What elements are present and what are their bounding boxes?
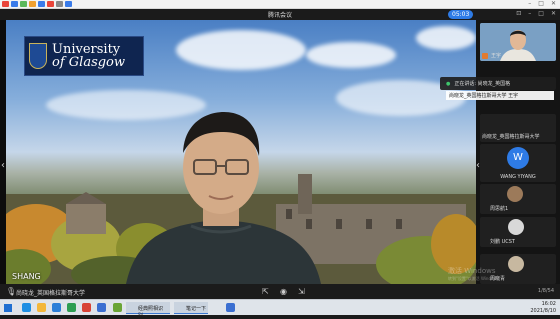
watermark-line-2: 转到"设置"以激活 Windows。 (448, 276, 503, 281)
explorer-icon[interactable] (37, 303, 46, 312)
windows-activation-watermark: 激活 Windows 转到"设置"以激活 Windows。 (448, 267, 503, 283)
minimize-icon[interactable]: – (528, 10, 531, 17)
microphone-icon: ● (446, 80, 451, 87)
participant-label: WANG YIYANG (500, 174, 536, 180)
participant-tile[interactable]: 尚晓龙_英国格拉斯哥大学 (480, 114, 556, 142)
window-controls: ⊡ – □ ✕ (516, 10, 556, 17)
avatar (507, 186, 523, 202)
watermark-line-1: 激活 Windows (448, 267, 496, 275)
meeting-window: 腾讯会议 05:03 ⊡ – □ ✕ ‹ University of Glasg… (0, 9, 560, 284)
participant-label: 刘鹏 UCST (490, 239, 515, 245)
wechat-icon[interactable] (67, 303, 76, 312)
meeting-title: 腾讯会议 (267, 12, 292, 19)
settings-icon[interactable]: ⇲ (298, 287, 305, 296)
close-icon[interactable]: ✕ (551, 0, 556, 7)
avatar (508, 219, 524, 235)
taskbar-app-button[interactable]: 笔记一下 (174, 302, 208, 314)
tab-icon[interactable] (47, 1, 54, 7)
tab-icon[interactable] (11, 1, 18, 7)
windows-start-icon[interactable] (4, 304, 12, 312)
tab-icon[interactable] (56, 1, 63, 7)
bottom-speaker-label: 尚晓龙_英国格拉斯哥大学 (16, 290, 86, 297)
clock-date: 2021/8/10 (530, 308, 556, 314)
self-video-tile[interactable]: 王宇 (480, 23, 556, 61)
browser-top-strip: – □ ✕ (0, 0, 560, 9)
tab-icon[interactable] (2, 1, 9, 7)
participant-tile[interactable]: 刘鹏 UCST (480, 217, 556, 247)
participant-label: 尚晓龙_英国格拉斯哥大学 (482, 134, 540, 140)
speaker-name-tag: SHANG (12, 272, 41, 281)
participant-tile[interactable]: 周思航1 (480, 184, 556, 214)
university-logo: University of Glasgow (24, 36, 144, 76)
speaker-person (126, 112, 321, 284)
speaking-notice-text: 正在讲话: 尚晓龙_英国格 (454, 81, 511, 87)
tab-icon[interactable] (65, 1, 72, 7)
window-controls: – □ ✕ (528, 0, 556, 7)
app-icon[interactable] (82, 303, 91, 312)
share-screen-icon[interactable]: ⇱ (262, 287, 269, 296)
app-icon[interactable] (97, 303, 106, 312)
tab-icon[interactable] (20, 1, 27, 7)
meeting-bottom-bar: 🎙 尚晓龙_英国格拉斯哥大学 ⇱ ◉ ⇲ 1/8/54 (0, 284, 560, 299)
main-speaker-video[interactable]: University of Glasgow SHANG (6, 20, 476, 284)
app-icon[interactable] (113, 303, 122, 312)
participant-panel: 王宇 尚晓龙_英国格拉斯哥大学 W WANG YIYANG 周思航1 刘鹏 UC… (476, 20, 560, 284)
participant-hint-label: 尚晓龙_英国格拉斯哥大学 王宇 (446, 91, 554, 100)
avatar: W (507, 147, 529, 169)
timer-badge: 05:03 (448, 10, 474, 19)
clock-time: 16:02 (541, 301, 556, 307)
microphone-icon[interactable]: 🎙 (6, 287, 16, 296)
tab-icon[interactable] (38, 1, 45, 7)
taskbar-app-button[interactable]: 经典照相识别... (126, 302, 170, 319)
tab-icon[interactable] (29, 1, 36, 7)
meeting-app-icon[interactable] (226, 303, 235, 312)
pin-icon[interactable]: ⊡ (516, 10, 521, 17)
maximize-icon[interactable]: □ (538, 10, 544, 17)
windows-taskbar: 经典照相识别... 笔记一下 16:02 2021/8/10 (0, 299, 560, 319)
close-icon[interactable]: ✕ (551, 10, 556, 17)
search-icon[interactable] (22, 303, 31, 312)
self-label: 王宇 (491, 53, 502, 59)
logo-line-2: of Glasgow (52, 55, 126, 70)
system-tray: 16:02 2021/8/10 (530, 301, 556, 315)
participant-label: 周思航1 (490, 206, 509, 212)
participant-tile[interactable]: W WANG YIYANG (480, 144, 556, 182)
browser-icon[interactable] (52, 303, 61, 312)
minimize-icon[interactable]: – (528, 0, 531, 7)
meeting-title-bar: 腾讯会议 05:03 ⊡ – □ ✕ (0, 9, 560, 20)
maximize-icon[interactable]: □ (538, 0, 544, 7)
page-indicator: 1/8/54 (537, 288, 554, 294)
crest-icon (29, 43, 47, 69)
participants-icon[interactable]: ◉ (280, 287, 287, 296)
user-icon (482, 53, 488, 59)
avatar (508, 256, 524, 272)
browser-tabs (2, 1, 72, 7)
speaking-notice: ● 正在讲话: 尚晓龙_英国格 (440, 77, 556, 90)
chevron-left-icon[interactable]: ‹ (474, 160, 482, 176)
